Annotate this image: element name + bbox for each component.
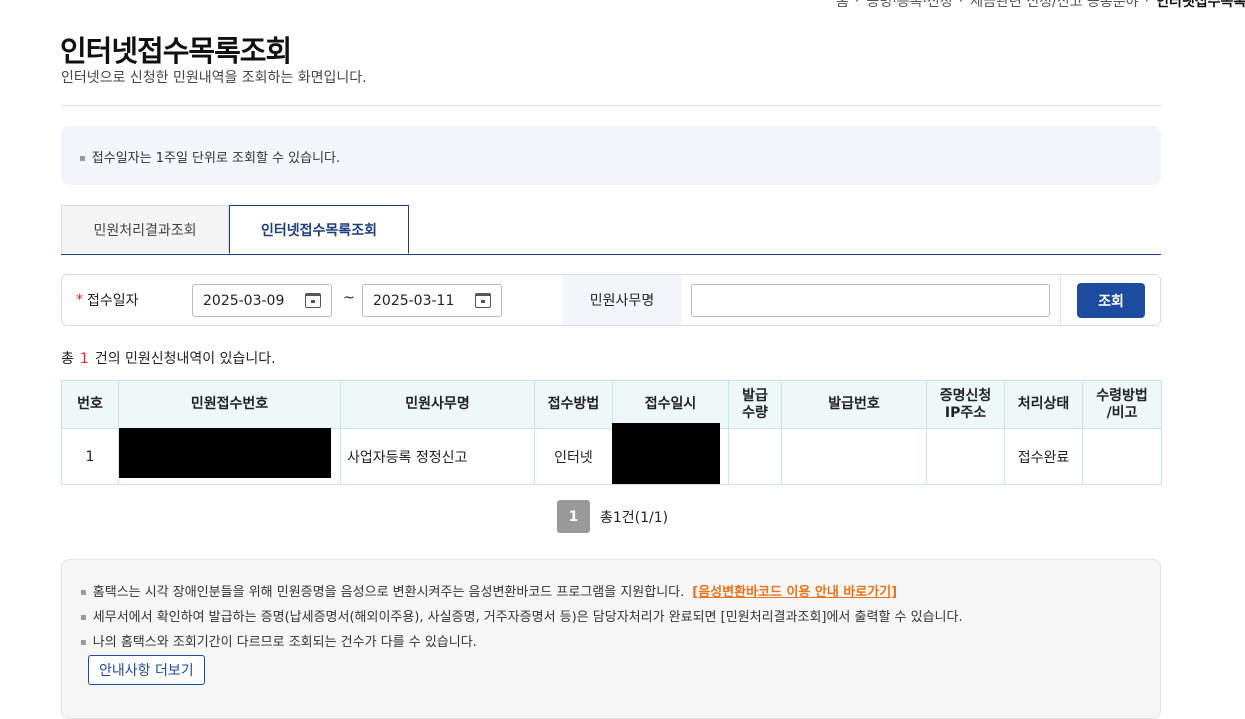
cell-method: 인터넷	[534, 428, 613, 485]
more-info-button[interactable]: 안내사항 더보기	[88, 655, 205, 685]
cell-no: 1	[61, 428, 119, 485]
redaction-block	[119, 428, 331, 478]
title-divider	[61, 105, 1161, 106]
cell-remark	[1082, 428, 1162, 485]
notice-item: ▪ 접수일자는 1주일 단위로 조회할 수 있습니다.	[79, 147, 340, 166]
info-item: ▪ 나의 홈택스와 조회기간이 다르므로 조회되는 건수가 다를 수 있습니다.	[80, 631, 477, 650]
breadcrumb-item[interactable]: 증명·등록·신청	[867, 0, 953, 11]
receipt-date-label: * 접수일자	[76, 275, 139, 325]
col-header-qty: 발급 수량	[728, 380, 782, 429]
pagination: 1 총1건(1/1)	[557, 500, 668, 533]
info-text: 나의 홈택스와 조회기간이 다르므로 조회되는 건수가 다를 수 있습니다.	[92, 635, 477, 650]
tab-result-inquiry[interactable]: 민원처리결과조회	[61, 205, 229, 253]
info-item: ▪ 홈택스는 시각 장애인분들을 위해 민원증명을 음성으로 변환시켜주는 음성변…	[80, 581, 897, 600]
table-header-row: 번호 민원접수번호 민원사무명 접수방법 접수일시 발급 수량 발급번호 증명신…	[61, 380, 1162, 429]
bullet-icon: ▪	[80, 587, 87, 598]
cell-issue-no	[781, 428, 927, 485]
search-divider	[1060, 275, 1061, 325]
voice-barcode-guide-link[interactable]: [음성변환바코드 이용 안내 바로가기]	[692, 585, 897, 600]
notice-text: 접수일자는 1주일 단위로 조회할 수 있습니다.	[91, 151, 341, 166]
bullet-icon: ▪	[79, 153, 86, 164]
search-button[interactable]: 조회	[1077, 283, 1145, 318]
info-item: ▪ 세무서에서 확인하여 발급하는 증명(납세증명서(해외이주용), 사실증명, …	[80, 606, 963, 625]
bullet-icon: ▪	[80, 612, 87, 623]
page-subtitle: 인터넷으로 신청한 민원내역을 조회하는 화면입니다.	[61, 70, 367, 86]
notice-box: ▪ 접수일자는 1주일 단위로 조회할 수 있습니다.	[61, 126, 1161, 185]
date-from-value: 2025-03-09	[203, 292, 285, 309]
result-count: 총 1 건의 민원신청내역이 있습니다.	[61, 348, 276, 368]
chevron-right-icon: ›	[1144, 0, 1150, 11]
breadcrumb-item[interactable]: 세금관련 신청/신고 공통분야	[970, 0, 1138, 11]
breadcrumb: 홈 › 증명·등록·신청 › 세금관련 신청/신고 공통분야 › 인터넷접수목록…	[836, 0, 1245, 11]
info-text: 세무서에서 확인하여 발급하는 증명(납세증명서(해외이주용), 사실증명, 거…	[92, 610, 963, 625]
page-button-current[interactable]: 1	[557, 500, 590, 533]
cell-qty	[728, 428, 782, 485]
results-table-wrap: 번호 민원접수번호 민원사무명 접수방법 접수일시 발급 수량 발급번호 증명신…	[61, 380, 1162, 485]
col-header-status: 처리상태	[1004, 380, 1083, 429]
redaction-block	[612, 423, 720, 484]
table-row: 1 사업자등록 정정신고 인터넷 접수완료	[61, 423, 1162, 485]
col-header-affair: 민원사무명	[340, 380, 535, 429]
date-to-input[interactable]: 2025-03-11	[362, 284, 502, 317]
col-header-receipt-no: 민원접수번호	[118, 380, 341, 429]
tab-internet-receipt-list[interactable]: 인터넷접수목록조회	[229, 205, 409, 254]
col-header-method: 접수방법	[534, 380, 613, 429]
date-from-input[interactable]: 2025-03-09	[192, 284, 332, 317]
cell-receipt-no[interactable]	[118, 428, 341, 485]
affair-name-input[interactable]	[691, 284, 1050, 317]
cell-affair: 사업자등록 정정신고	[340, 428, 535, 485]
tab-bar: 민원처리결과조회 인터넷접수목록조회	[61, 205, 1161, 255]
bullet-icon: ▪	[80, 637, 87, 648]
chevron-right-icon: ›	[855, 0, 861, 11]
info-text: 홈택스는 시각 장애인분들을 위해 민원증명을 음성으로 변환시켜주는 음성변환…	[92, 585, 685, 600]
col-header-remark: 수령방법 /비고	[1082, 380, 1162, 429]
col-header-no: 번호	[61, 380, 119, 429]
result-count-prefix: 총	[61, 351, 74, 367]
cell-status: 접수완료	[1004, 428, 1083, 485]
cell-ip	[926, 428, 1005, 485]
results-table: 번호 민원접수번호 민원사무명 접수방법 접수일시 발급 수량 발급번호 증명신…	[61, 380, 1162, 485]
chevron-right-icon: ›	[959, 0, 965, 11]
info-box: ▪ 홈택스는 시각 장애인분들을 위해 민원증명을 음성으로 변환시켜주는 음성변…	[61, 559, 1161, 719]
affair-name-label: 민원사무명	[562, 275, 682, 325]
cell-datetime	[612, 423, 729, 485]
calendar-icon[interactable]	[305, 293, 321, 308]
receipt-date-label-text: 접수일자	[87, 293, 139, 309]
pagination-total: 총1건(1/1)	[600, 509, 669, 526]
breadcrumb-current: 인터넷접수목록조회	[1156, 0, 1245, 10]
result-count-number: 1	[79, 351, 89, 367]
col-header-issue-no: 발급번호	[781, 380, 927, 429]
breadcrumb-home[interactable]: 홈	[836, 0, 849, 11]
page-title: 인터넷접수목록조회	[60, 34, 292, 68]
search-panel: * 접수일자 2025-03-09 ~ 2025-03-11 민원사무명 조회	[61, 274, 1161, 326]
calendar-icon[interactable]	[475, 293, 491, 308]
col-header-ip: 증명신청 IP주소	[926, 380, 1005, 429]
date-range-separator: ~	[343, 290, 355, 306]
result-count-suffix: 건의 민원신청내역이 있습니다.	[94, 351, 276, 367]
required-mark: *	[76, 292, 83, 308]
date-to-value: 2025-03-11	[373, 292, 455, 309]
col-header-datetime: 접수일시	[612, 380, 729, 429]
